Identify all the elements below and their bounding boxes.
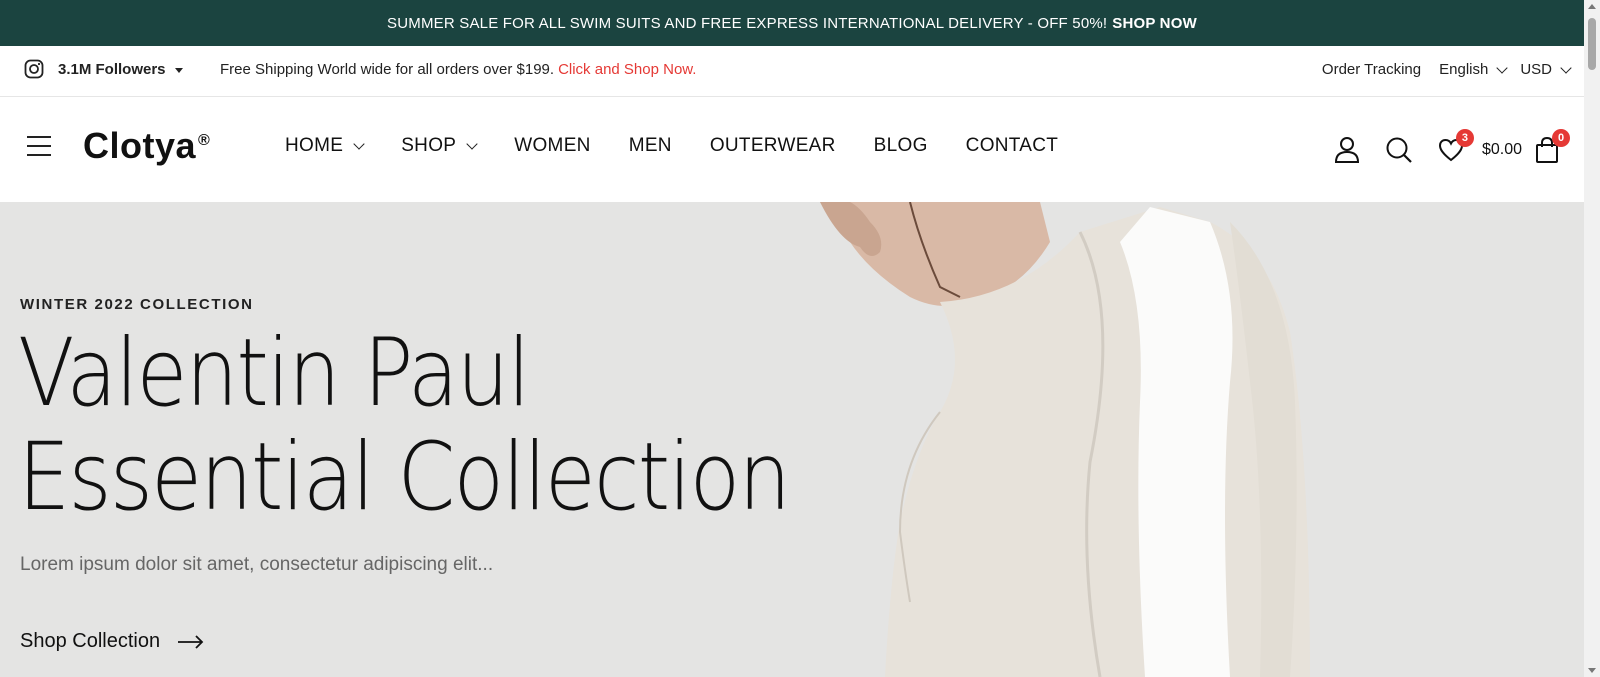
scroll-up-icon[interactable] [1588, 4, 1596, 9]
order-tracking-link[interactable]: Order Tracking [1322, 61, 1421, 78]
wishlist-icon[interactable]: 3 [1436, 128, 1474, 165]
topbar-right: Order Tracking English USD [1322, 61, 1584, 78]
page-scrollbar[interactable] [1584, 0, 1600, 677]
main-header: Clotya ® HOME SHOP WOMEN MEN OUTERWEAR BL… [0, 97, 1584, 202]
shop-collection-link[interactable]: Shop Collection [20, 630, 204, 653]
site-logo[interactable]: Clotya ® [83, 125, 210, 167]
caret-down-icon[interactable] [175, 68, 183, 73]
followers-count[interactable]: 3.1M Followers [58, 61, 166, 78]
nav-item-home[interactable]: HOME [285, 135, 365, 157]
scroll-thumb[interactable] [1588, 18, 1596, 70]
hero-title: Valentin Paul Essential Collection [18, 319, 791, 532]
promo-shop-now-link[interactable]: SHOP NOW [1112, 15, 1197, 32]
nav-item-women[interactable]: WOMEN [514, 135, 590, 157]
nav-item-contact[interactable]: CONTACT [966, 135, 1059, 157]
wishlist-count-badge: 3 [1455, 128, 1474, 147]
promo-banner: SUMMER SALE FOR ALL SWIM SUITS AND FREE … [0, 0, 1584, 46]
promo-text: SUMMER SALE FOR ALL SWIM SUITS AND FREE … [387, 14, 1108, 32]
cart-count-badge: 0 [1552, 128, 1570, 147]
hero-subtitle: Lorem ipsum dolor sit amet, consectetur … [20, 554, 494, 575]
shipping-link[interactable]: Click and Shop Now. [558, 61, 696, 78]
language-value: English [1439, 61, 1489, 78]
shipping-text: Free Shipping World wide for all orders … [220, 61, 555, 78]
cart-icon[interactable]: 0 [1532, 128, 1570, 165]
nav-item-blog[interactable]: BLOG [874, 135, 928, 157]
menu-icon[interactable] [27, 136, 51, 156]
shop-collection-label: Shop Collection [20, 630, 161, 652]
hero-title-line-2: Essential Collection [18, 423, 791, 532]
chevron-down-icon [353, 138, 365, 150]
hero-title-line-1: Valentin Paul [18, 319, 530, 428]
currency-value: USD [1520, 61, 1552, 78]
chevron-down-icon [1496, 61, 1508, 74]
header-actions: 3 $0.00 0 [1332, 97, 1584, 202]
chevron-down-icon [1560, 61, 1572, 74]
hero-model-image [820, 202, 1310, 677]
nav-item-men[interactable]: MEN [629, 135, 672, 157]
language-selector[interactable]: English [1439, 61, 1508, 78]
shipping-notice: Free Shipping World wide for all orders … [220, 61, 696, 78]
chevron-down-icon [466, 138, 478, 150]
main-nav: HOME SHOP WOMEN MEN OUTERWEAR BLOG CONTA… [285, 135, 1096, 157]
scroll-down-icon[interactable] [1588, 668, 1596, 673]
top-info-bar: 3.1M Followers Free Shipping World wide … [0, 46, 1584, 97]
search-icon[interactable] [1384, 135, 1414, 165]
arrow-right-icon [178, 634, 204, 649]
cart-total[interactable]: $0.00 [1482, 141, 1522, 159]
nav-item-shop[interactable]: SHOP [401, 135, 478, 157]
hero-banner: WINTER 2022 COLLECTION Valentin Paul Ess… [0, 202, 1584, 677]
hero-eyebrow: WINTER 2022 COLLECTION [20, 296, 254, 313]
account-icon[interactable] [1332, 135, 1362, 165]
nav-item-outerwear[interactable]: OUTERWEAR [710, 135, 836, 157]
instagram-icon[interactable] [24, 59, 44, 79]
currency-selector[interactable]: USD [1520, 61, 1572, 78]
